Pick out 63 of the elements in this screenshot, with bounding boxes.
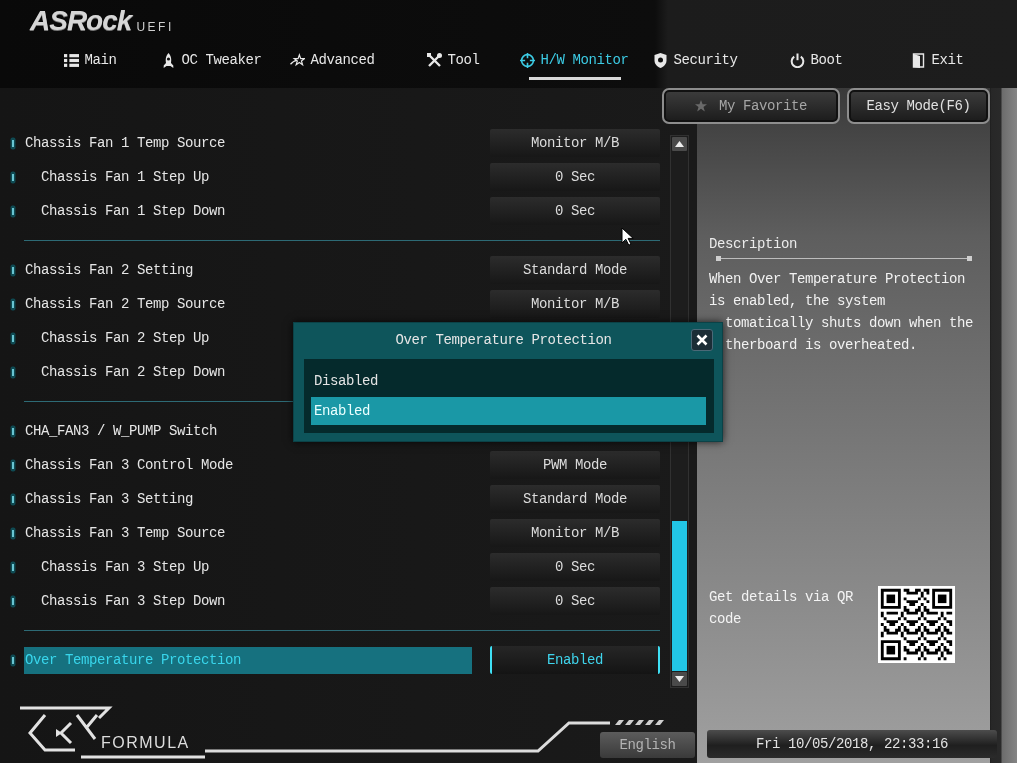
scroll-down-button[interactable] bbox=[672, 672, 687, 686]
setting-item[interactable]: Chassis Fan 1 Step Down bbox=[40, 197, 226, 225]
formula-logo: FORMULA bbox=[15, 703, 205, 761]
setting-item[interactable]: Chassis Fan 3 Temp Source bbox=[24, 519, 226, 547]
close-icon bbox=[696, 334, 708, 346]
bullet-icon bbox=[10, 136, 16, 150]
star-icon bbox=[695, 100, 707, 112]
power-icon bbox=[790, 53, 806, 68]
setting-item[interactable]: Chassis Fan 2 Setting bbox=[24, 256, 194, 284]
nav-tab[interactable]: Advanced bbox=[272, 45, 393, 80]
mouse-pointer-icon bbox=[621, 227, 634, 246]
bullet-icon bbox=[10, 560, 16, 574]
crosshair-icon bbox=[520, 53, 536, 68]
setting-item[interactable]: Chassis Fan 3 Step Up bbox=[40, 553, 210, 581]
caret-up-icon bbox=[675, 141, 684, 147]
nav-tab[interactable]: OC Tweaker bbox=[151, 45, 272, 80]
description-text: When Over Temperature Protection is enabled, the system tomatically shuts down when the therboard is overheated. bbox=[709, 270, 974, 355]
tools-icon bbox=[427, 53, 443, 68]
setting-item[interactable]: Chassis Fan 2 Step Up bbox=[40, 324, 210, 352]
setting-item[interactable]: Chassis Fan 3 Setting bbox=[24, 485, 194, 513]
bullet-icon bbox=[10, 458, 16, 472]
bullet-icon bbox=[10, 170, 16, 184]
language-button[interactable]: English bbox=[600, 732, 695, 758]
setting-item[interactable]: Chassis Fan 1 Temp Source bbox=[24, 129, 226, 157]
mode-button[interactable]: Easy Mode(F6) bbox=[847, 88, 990, 124]
nav-tab[interactable]: Boot bbox=[756, 45, 877, 80]
qr-caption: Get details via QR code bbox=[709, 588, 855, 629]
setting-item[interactable]: Chassis Fan 3 Control Mode bbox=[24, 451, 234, 479]
dialog-option[interactable]: Disabled bbox=[311, 367, 706, 395]
setting-item[interactable]: Chassis Fan 2 Step Down bbox=[40, 358, 226, 386]
description-heading: Description bbox=[709, 236, 797, 252]
list-icon bbox=[64, 53, 80, 68]
setting-item[interactable]: CHA_FAN3 / W_PUMP Switch bbox=[24, 417, 218, 445]
brand-logo-suffix: UEFI bbox=[136, 20, 174, 34]
caret-down-icon bbox=[675, 676, 684, 682]
shield-icon bbox=[653, 53, 669, 68]
bullet-icon bbox=[10, 204, 16, 218]
nav-tab[interactable]: Tool bbox=[393, 45, 514, 80]
door-icon bbox=[911, 53, 927, 68]
bullet-icon bbox=[10, 263, 16, 277]
nav-tab[interactable]: Exit bbox=[877, 45, 998, 80]
setting-item[interactable]: Chassis Fan 2 Temp Source bbox=[24, 290, 226, 318]
bullet-icon bbox=[10, 297, 16, 311]
date-time-bar: Fri 10/05/2018, 22:33:16 bbox=[707, 730, 997, 758]
bullet-icon bbox=[10, 424, 16, 438]
star-icon bbox=[290, 53, 306, 68]
setting-item[interactable]: Chassis Fan 3 Step Down bbox=[40, 587, 226, 615]
bullet-icon bbox=[10, 653, 16, 667]
bullet-icon bbox=[10, 331, 16, 345]
bullet-icon bbox=[10, 492, 16, 506]
setting-item[interactable]: Chassis Fan 1 Step Up bbox=[40, 163, 210, 191]
scrollbar-thumb[interactable] bbox=[672, 521, 687, 671]
bullet-icon bbox=[10, 365, 16, 379]
close-button[interactable] bbox=[691, 329, 713, 351]
brand-logo: ASRock bbox=[30, 8, 132, 34]
value-button[interactable]: Enabled bbox=[490, 646, 660, 674]
bullet-icon bbox=[10, 594, 16, 608]
dialog-title: Over Temperature Protection bbox=[394, 330, 613, 350]
nav-tab[interactable]: Security bbox=[635, 45, 756, 80]
bullet-icon bbox=[10, 526, 16, 540]
scroll-up-button[interactable] bbox=[672, 137, 687, 151]
qr-code-icon bbox=[878, 586, 955, 663]
nav-tab[interactable]: Main bbox=[30, 45, 151, 80]
